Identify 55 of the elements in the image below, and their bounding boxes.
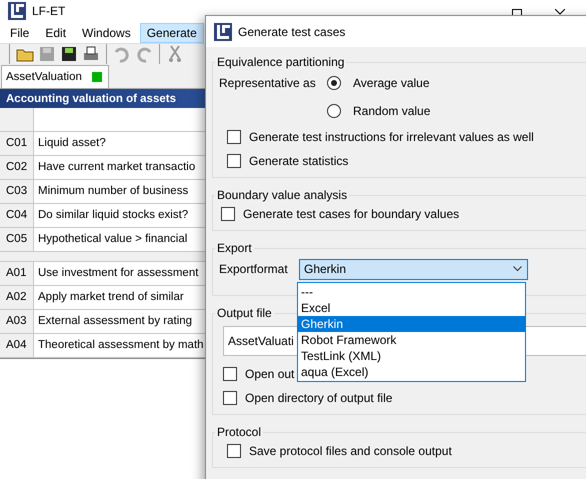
group-title: Export	[216, 241, 253, 255]
row-id: A01	[0, 262, 34, 285]
group-title: Protocol	[216, 425, 262, 439]
radio-label: Average value	[353, 76, 430, 90]
checkbox-label: Generate statistics	[249, 154, 348, 168]
row-id: C05	[0, 228, 34, 251]
radio-label: Random value	[353, 104, 430, 118]
checkbox[interactable]	[221, 207, 235, 221]
logo-icon	[214, 22, 232, 40]
chevron-icon	[513, 266, 522, 272]
checkbox-label: Generate test cases for boundary values	[243, 207, 460, 221]
menu-item[interactable]: Generate	[140, 22, 204, 43]
checkbox-label: Generate test instructions for irrelevant values as well	[249, 130, 534, 144]
row-id: C02	[0, 156, 34, 179]
checkbox[interactable]	[227, 154, 241, 168]
group-title: Equivalence partitioning	[216, 55, 346, 69]
group-title: Output file	[216, 306, 273, 320]
checkbox-label: Open directory of output file	[245, 391, 392, 405]
status-icon	[92, 72, 102, 82]
row-id: C01	[0, 132, 34, 155]
field-label: Representative as	[219, 76, 317, 90]
group-title: Boundary value analysis	[216, 188, 348, 202]
menu-item[interactable]: File	[3, 22, 36, 43]
table-title: Accounting valuation of assets	[0, 89, 205, 108]
radio-button[interactable]	[327, 104, 341, 118]
format-dropdown[interactable]: Gherkin	[299, 258, 528, 280]
dialog-title: Generate test cases	[238, 24, 346, 38]
row-text: Apply market trend of similar	[37, 290, 185, 306]
row-text: Do similar liquid stocks exist?	[37, 208, 190, 224]
row-id: A02	[0, 286, 34, 309]
row-id: C04	[0, 204, 34, 227]
checkbox[interactable]	[227, 444, 241, 458]
row-text: Theoretical assessment by math	[37, 338, 205, 354]
checkbox[interactable]	[223, 367, 237, 381]
document-tab[interactable]: AssetValuation	[1, 65, 109, 88]
maximize-icon[interactable]	[512, 9, 522, 15]
row-id: C03	[0, 180, 34, 203]
radio-button[interactable]	[327, 76, 341, 90]
checkbox[interactable]	[223, 391, 237, 405]
checkbox[interactable]	[227, 130, 241, 144]
checkbox-label: Save protocol files and console output	[249, 444, 452, 458]
row-id: A04	[0, 334, 34, 357]
row-text: Liquid asset?	[37, 136, 107, 152]
row-text: External assessment by rating	[37, 314, 194, 330]
checkbox-label: Open out	[245, 367, 294, 381]
row-text: Have current market transactio	[37, 160, 196, 176]
row-text: Use investment for assessment	[37, 266, 200, 282]
row-id: A03	[0, 310, 34, 333]
menu-item[interactable]: Windows	[75, 22, 138, 43]
row-text: Hypothetical value > financial	[37, 232, 188, 248]
field-label: Exportformat	[219, 262, 289, 276]
row-text: Minimum number of business	[37, 184, 190, 200]
menu-item[interactable]: Edit	[38, 22, 74, 43]
window-title: LF-ET	[32, 4, 66, 18]
dropdown-option[interactable]: Gherkin	[298, 316, 525, 332]
